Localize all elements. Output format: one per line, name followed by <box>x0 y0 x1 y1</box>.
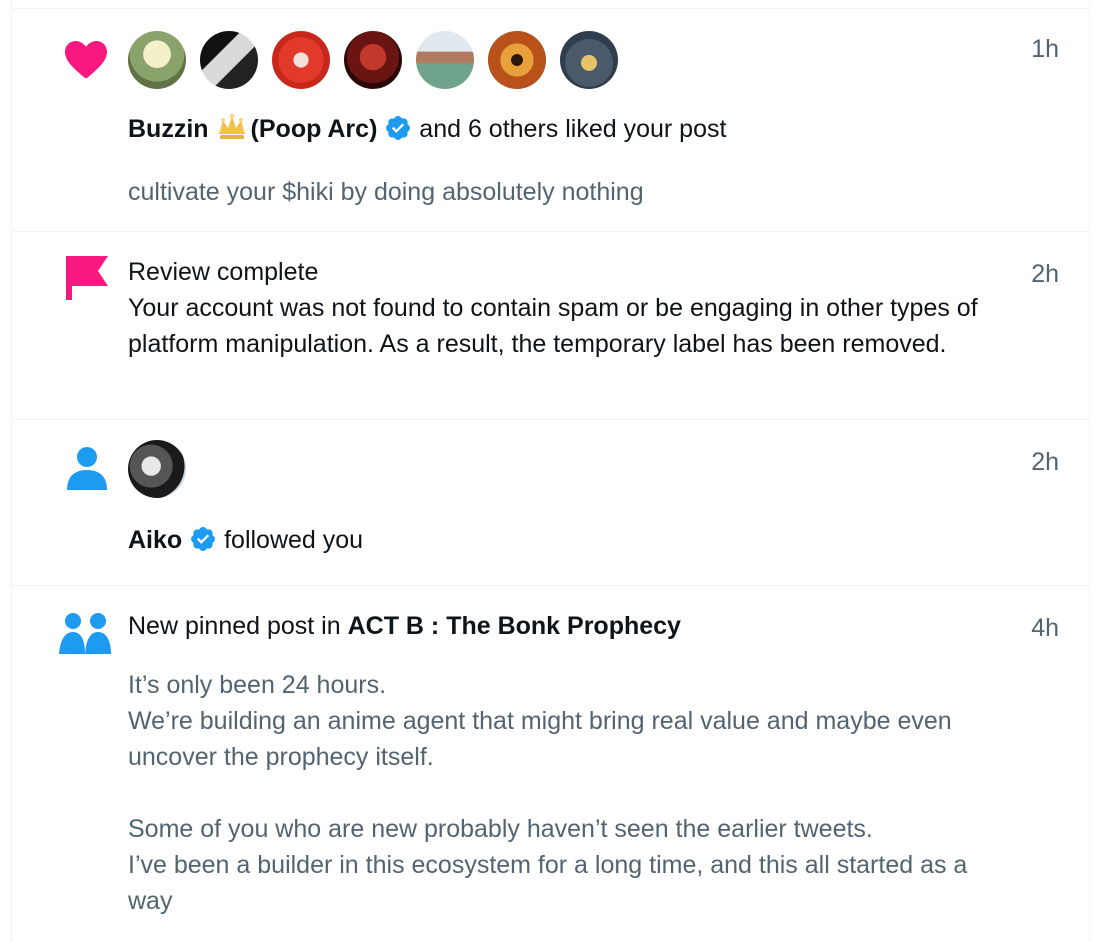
follow-summary: Aiko followed you <box>128 522 363 558</box>
pinned-post-preview[interactable]: It’s only been 24 hours. We’re building … <box>128 667 979 919</box>
avatar[interactable] <box>416 31 474 89</box>
community-name[interactable]: ACT B : The Bonk Prophecy <box>348 612 681 640</box>
avatar[interactable] <box>200 31 258 89</box>
pinned-prefix: New pinned post in <box>128 612 341 640</box>
timestamp: 4h <box>1031 614 1059 642</box>
notifications-feed: 1h Buzzin (Poop Arc) and 6 others liked y… <box>11 0 1090 942</box>
action-text: followed you <box>224 526 364 554</box>
avatar[interactable] <box>128 440 186 498</box>
people-icon <box>59 613 111 654</box>
heart-icon <box>65 41 107 79</box>
review-body: Your account was not found to contain sp… <box>128 294 978 358</box>
actor-name-suffix[interactable]: (Poop Arc) <box>251 115 378 143</box>
post-paragraph: It’s only been 24 hours. We’re building … <box>128 671 952 771</box>
avatar[interactable] <box>344 31 402 89</box>
person-icon <box>67 447 107 490</box>
avatar[interactable] <box>488 31 546 89</box>
actor-name[interactable]: Aiko <box>128 526 182 554</box>
like-notification[interactable]: 1h Buzzin (Poop Arc) and 6 others liked y… <box>12 8 1089 232</box>
verified-badge-icon <box>386 116 411 140</box>
review-title: Review complete <box>128 258 319 286</box>
actor-name[interactable]: Buzzin <box>128 115 209 143</box>
avatar[interactable] <box>128 31 186 89</box>
post-preview[interactable]: cultivate your $hiki by doing absolutely… <box>128 174 644 210</box>
avatar[interactable] <box>272 31 330 89</box>
timestamp: 1h <box>1031 35 1059 63</box>
flag-icon <box>66 256 108 300</box>
like-summary: Buzzin (Poop Arc) and 6 others liked your… <box>128 111 726 147</box>
action-text: and 6 others liked your post <box>419 115 727 143</box>
review-content: Review complete Your account was not fou… <box>128 254 979 362</box>
timestamp: 2h <box>1031 260 1059 288</box>
avatar[interactable] <box>560 31 618 89</box>
post-paragraph: Some of you who are new probably haven’t… <box>128 815 968 915</box>
follow-notification[interactable]: 2h Aiko followed you <box>12 420 1089 586</box>
review-notification[interactable]: 2h Review complete Your account was not … <box>12 232 1089 420</box>
crown-emoji-icon <box>218 113 245 139</box>
timestamp: 2h <box>1031 448 1059 476</box>
community-notification[interactable]: 4h New pinned post in ACT B : The Bonk P… <box>12 586 1089 942</box>
verified-badge-icon <box>191 527 216 551</box>
community-summary: New pinned post in ACT B : The Bonk Prop… <box>128 608 681 644</box>
